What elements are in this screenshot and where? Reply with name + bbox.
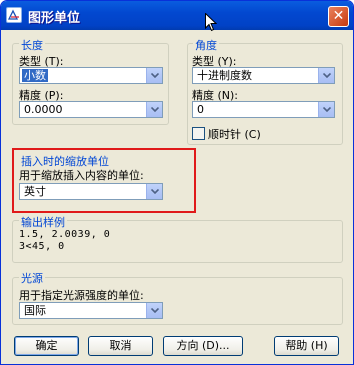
chevron-down-icon[interactable]	[146, 68, 162, 83]
lighting-desc-label: 用于指定光源强度的单位:	[19, 289, 144, 302]
units-dialog: 图形单位 ✕ 长度 类型 (T): 小数 精度 (P): 0.0000 角度 类…	[0, 0, 354, 365]
length-precision-value: 0.0000	[24, 103, 63, 116]
chevron-down-icon[interactable]	[146, 303, 162, 318]
sample-line-1: 1.5, 2.0039, 0	[19, 229, 111, 240]
sample-line-2: 3<45, 0	[19, 241, 65, 252]
lighting-units-select[interactable]: 国际	[19, 302, 163, 319]
insertion-units-select[interactable]: 英寸	[19, 183, 163, 200]
help-button[interactable]: 帮助 (H)	[274, 336, 339, 356]
length-precision-select[interactable]: 0.0000	[19, 101, 163, 118]
length-type-select[interactable]: 小数	[19, 67, 163, 84]
close-icon: ✕	[332, 8, 345, 24]
angle-precision-select[interactable]: 0	[192, 101, 335, 118]
angle-precision-value: 0	[197, 103, 204, 116]
window-title: 图形单位	[28, 11, 81, 26]
app-icon	[6, 7, 22, 23]
chevron-down-icon[interactable]	[146, 102, 162, 117]
insertion-desc-label: 用于缩放插入内容的单位:	[19, 169, 144, 182]
chevron-down-icon[interactable]	[146, 184, 162, 199]
clockwise-label[interactable]: 顺时针 (C)	[208, 126, 261, 142]
lighting-units-value: 国际	[24, 304, 46, 317]
angle-type-value: 十进制度数	[197, 69, 252, 82]
sample-group-label: 输出样例	[19, 214, 67, 230]
angle-type-select[interactable]: 十进制度数	[192, 67, 335, 84]
length-group-label: 长度	[19, 37, 45, 53]
mouse-cursor-icon	[205, 13, 217, 32]
insertion-units-value: 英寸	[24, 185, 46, 198]
cancel-button[interactable]: 取消	[88, 336, 153, 356]
title-bar[interactable]: 图形单位 ✕	[1, 1, 353, 30]
angle-group-label: 角度	[193, 37, 219, 53]
chevron-down-icon[interactable]	[318, 68, 334, 83]
ok-button[interactable]: 确定	[14, 336, 79, 356]
direction-button[interactable]: 方向 (D)...	[163, 336, 243, 356]
lighting-group-label: 光源	[19, 270, 45, 286]
chevron-down-icon[interactable]	[318, 102, 334, 117]
length-type-value: 小数	[22, 69, 48, 82]
clockwise-checkbox[interactable]	[192, 127, 205, 140]
close-button[interactable]: ✕	[328, 6, 349, 27]
